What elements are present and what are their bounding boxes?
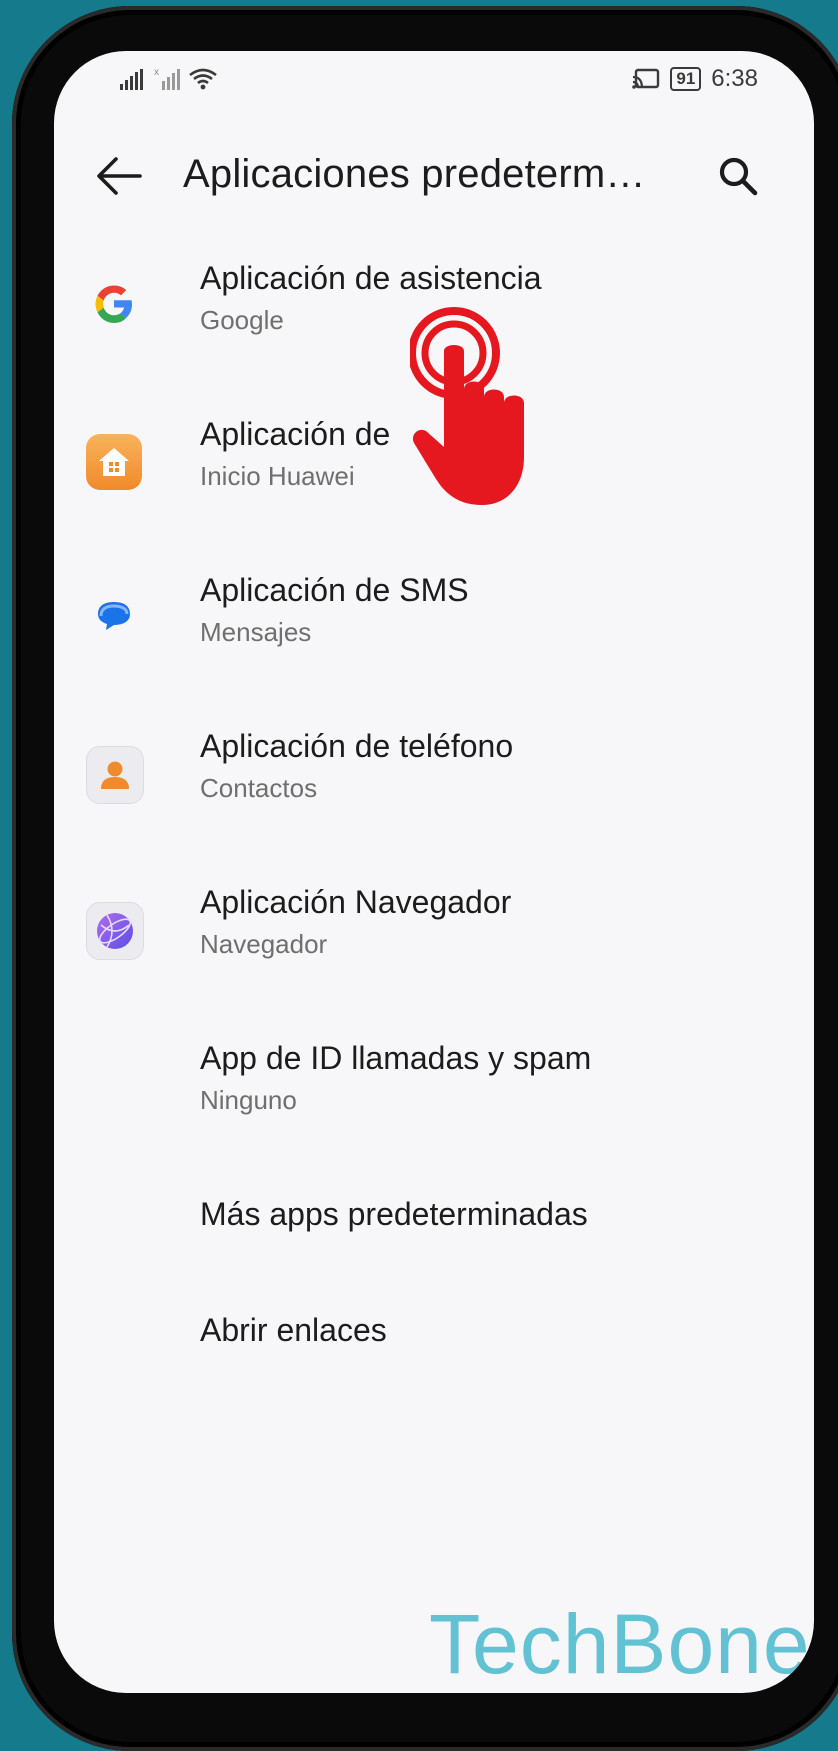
status-bar: x 91 6:38 bbox=[54, 51, 814, 111]
home-icon bbox=[86, 434, 142, 490]
item-value: Navegador bbox=[200, 929, 328, 959]
battery-indicator: 91 bbox=[670, 67, 702, 91]
tap-hand-pointer-icon bbox=[410, 307, 524, 505]
item-label: Aplicación Navegador bbox=[200, 884, 512, 920]
item-value: Contactos bbox=[200, 773, 318, 803]
list-item-caller-id-app[interactable]: App de ID llamadas y spam Ninguno bbox=[54, 1026, 814, 1166]
svg-text:x: x bbox=[154, 67, 159, 78]
app-bar: Aplicaciones predeterm… bbox=[54, 136, 814, 216]
wifi-icon bbox=[189, 68, 217, 90]
list-item-open-links[interactable]: Abrir enlaces bbox=[54, 1298, 814, 1398]
list-item-phone-app[interactable]: Aplicación de teléfono Contactos bbox=[54, 714, 814, 854]
list-item-browser-app[interactable]: Aplicación Navegador Navegador bbox=[54, 870, 814, 1010]
item-value: Ninguno bbox=[200, 1085, 297, 1115]
search-icon[interactable] bbox=[716, 154, 760, 198]
status-icons-left: x bbox=[120, 67, 218, 91]
item-value: Inicio Huawei bbox=[200, 461, 355, 491]
watermark: TechBone bbox=[429, 1597, 811, 1691]
signal-icon bbox=[120, 69, 143, 90]
signal-no-service-icon: x bbox=[154, 67, 180, 90]
item-label: Aplicación de teléfono bbox=[200, 728, 514, 764]
messages-icon bbox=[86, 588, 142, 644]
list-item-sms-app[interactable]: Aplicación de SMS Mensajes bbox=[54, 558, 814, 698]
item-value: Mensajes bbox=[200, 617, 312, 647]
contacts-icon bbox=[86, 746, 144, 804]
item-label: Aplicación de bbox=[200, 416, 391, 452]
item-label: Más apps predeterminadas bbox=[200, 1196, 588, 1232]
clock: 6:38 bbox=[711, 65, 758, 92]
cast-icon bbox=[632, 68, 660, 89]
status-icons-right: 91 6:38 bbox=[632, 65, 758, 93]
list-item-more-default-apps[interactable]: Más apps predeterminadas bbox=[54, 1182, 814, 1282]
item-label: Aplicación de SMS bbox=[200, 572, 469, 608]
item-label: Abrir enlaces bbox=[200, 1312, 387, 1348]
phone-screen: x 91 6:38 Aplicaciones predeterm… Aplica… bbox=[54, 51, 814, 1693]
item-label: App de ID llamadas y spam bbox=[200, 1040, 592, 1076]
google-icon bbox=[86, 276, 142, 332]
page-title: Aplicaciones predeterm… bbox=[183, 152, 646, 196]
item-label: Aplicación de asistencia bbox=[200, 260, 542, 296]
item-value: Google bbox=[200, 305, 284, 335]
back-arrow-icon[interactable] bbox=[94, 154, 144, 198]
browser-icon bbox=[86, 902, 144, 960]
